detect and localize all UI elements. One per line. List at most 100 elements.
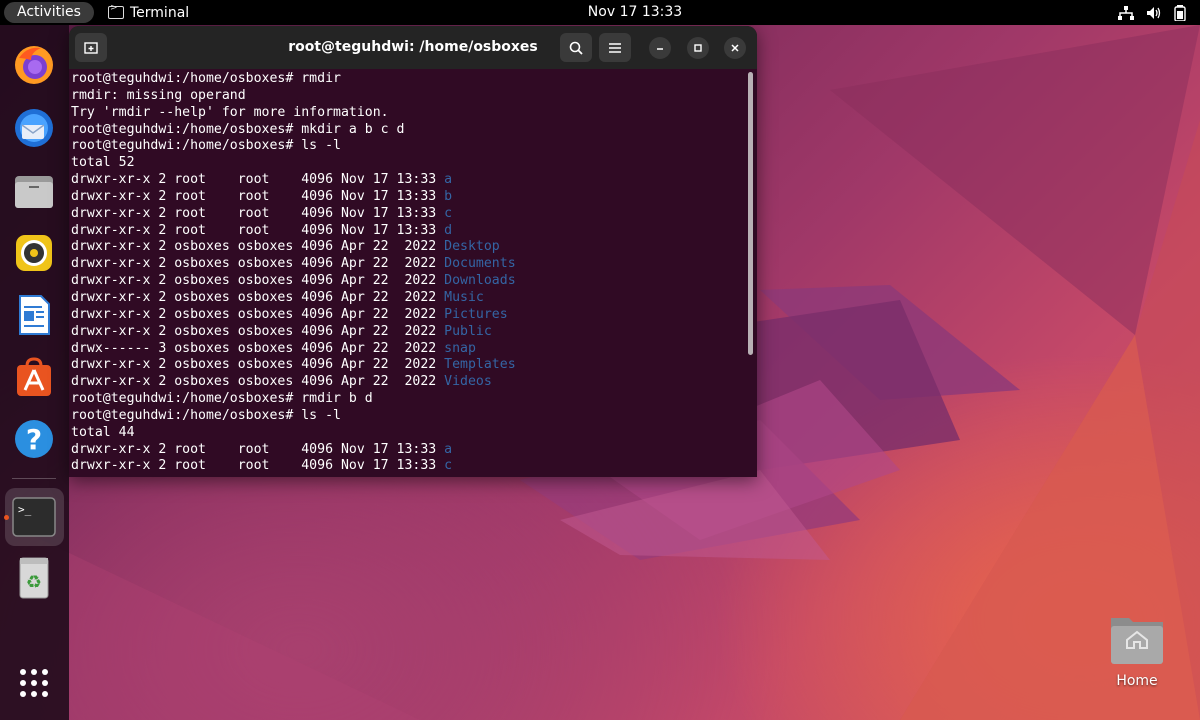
trash-icon[interactable]: ♻ bbox=[12, 556, 56, 600]
search-button[interactable] bbox=[560, 33, 592, 62]
terminal-line-text: rmdir: missing operand bbox=[71, 87, 246, 103]
terminal-line: drwxr-xr-x 2 osboxes osboxes 4096 Apr 22… bbox=[71, 239, 757, 256]
terminal-line-text: root@teguhdwi:/home/osboxes# mkdir a b c… bbox=[71, 121, 405, 137]
terminal-line: drwxr-xr-x 2 osboxes osboxes 4096 Apr 22… bbox=[71, 290, 757, 307]
battery-icon bbox=[1174, 4, 1186, 21]
system-tray[interactable] bbox=[1118, 0, 1186, 25]
terminal-line: root@teguhdwi:/home/osboxes# rmdir b d bbox=[71, 391, 757, 408]
app-center-icon[interactable] bbox=[12, 355, 56, 399]
dock: ? >_ ♻ bbox=[0, 25, 69, 720]
files-icon[interactable] bbox=[12, 169, 56, 213]
svg-text:?: ? bbox=[26, 423, 42, 456]
close-icon bbox=[731, 44, 739, 52]
search-icon bbox=[569, 41, 583, 55]
terminal-line: drwxr-xr-x 2 root root 4096 Nov 17 13:33… bbox=[71, 442, 757, 459]
directory-name: b bbox=[444, 188, 453, 204]
terminal-line: drwxr-xr-x 2 root root 4096 Nov 17 13:33… bbox=[71, 458, 757, 475]
directory-name: a bbox=[444, 441, 453, 457]
terminal-line-text: drwxr-xr-x 2 osboxes osboxes 4096 Apr 22… bbox=[71, 323, 445, 339]
terminal-line-text: root@teguhdwi:/home/osboxes# ls -l bbox=[71, 138, 341, 154]
home-folder-icon[interactable] bbox=[1107, 612, 1167, 668]
terminal-line: root@teguhdwi:/home/osboxes# rmdir bbox=[71, 71, 757, 88]
terminal-line-text: drwxr-xr-x 2 osboxes osboxes 4096 Apr 22… bbox=[71, 273, 445, 289]
terminal-line: total 52 bbox=[71, 155, 757, 172]
directory-name: Templates bbox=[444, 357, 516, 373]
firefox-icon[interactable] bbox=[12, 43, 56, 87]
help-icon[interactable]: ? bbox=[12, 417, 56, 461]
svg-text:♻: ♻ bbox=[26, 572, 42, 593]
minimize-icon bbox=[657, 48, 663, 50]
directory-name: Desktop bbox=[444, 239, 500, 255]
terminal-line-text: drwxr-xr-x 2 osboxes osboxes 4096 Apr 22… bbox=[71, 256, 445, 272]
terminal-line-text: root@teguhdwi:/home/osboxes# rmdir bbox=[71, 71, 341, 86]
terminal-line-text: drwxr-xr-x 2 osboxes osboxes 4096 Apr 22… bbox=[71, 289, 445, 305]
directory-name: Videos bbox=[444, 374, 492, 390]
terminal-line-text: drwx------ 3 osboxes osboxes 4096 Apr 22… bbox=[71, 340, 445, 356]
directory-name: d bbox=[444, 222, 453, 238]
terminal-line: drwxr-xr-x 2 root root 4096 Nov 17 13:33… bbox=[71, 172, 757, 189]
maximize-icon bbox=[694, 44, 702, 52]
scrollbar[interactable] bbox=[748, 72, 753, 355]
terminal-line: drwxr-xr-x 2 osboxes osboxes 4096 Apr 22… bbox=[71, 273, 757, 290]
terminal-line: drwxr-xr-x 2 osboxes osboxes 4096 Apr 22… bbox=[71, 256, 757, 273]
running-indicator bbox=[4, 515, 9, 520]
terminal-line: root@teguhdwi:/home/osboxes# ls -l bbox=[71, 408, 757, 425]
terminal-line-text: drwxr-xr-x 2 root root 4096 Nov 17 13:33 bbox=[71, 172, 445, 188]
terminal-header-bar[interactable]: root@teguhdwi: /home/osboxes bbox=[69, 26, 757, 69]
terminal-line-text: root@teguhdwi:/home/osboxes# rmdir b d bbox=[71, 391, 373, 407]
terminal-line: root@teguhdwi:/home/osboxes# mkdir a b c… bbox=[71, 122, 757, 139]
terminal-line: rmdir: missing operand bbox=[71, 88, 757, 105]
terminal-line-text: Try 'rmdir --help' for more information. bbox=[71, 104, 389, 120]
terminal-line: drwxr-xr-x 2 root root 4096 Nov 17 13:33… bbox=[71, 223, 757, 240]
terminal-icon[interactable]: >_ bbox=[12, 495, 56, 539]
terminal-line-text: drwxr-xr-x 2 osboxes osboxes 4096 Apr 22… bbox=[71, 306, 445, 322]
terminal-line: drwx------ 3 osboxes osboxes 4096 Apr 22… bbox=[71, 341, 757, 358]
terminal-line-text: drwxr-xr-x 2 osboxes osboxes 4096 Apr 22… bbox=[71, 357, 445, 373]
directory-name: Downloads bbox=[444, 273, 516, 289]
clock[interactable]: Nov 17 13:33 bbox=[0, 0, 1200, 25]
terminal-line-text: drwxr-xr-x 2 osboxes osboxes 4096 Apr 22… bbox=[71, 239, 445, 255]
network-icon bbox=[1118, 5, 1134, 20]
terminal-line-text: drwxr-xr-x 2 root root 4096 Nov 17 13:33 bbox=[71, 188, 445, 204]
home-folder-label[interactable]: Home bbox=[1097, 673, 1177, 689]
terminal-line: root@teguhdwi:/home/osboxes# ls -l bbox=[71, 138, 757, 155]
rhythmbox-icon[interactable] bbox=[12, 231, 56, 275]
terminal-line: total 44 bbox=[71, 425, 757, 442]
hamburger-menu-icon bbox=[609, 42, 621, 53]
terminal-line-text: total 44 bbox=[71, 424, 135, 440]
directory-name: Documents bbox=[444, 256, 516, 272]
menu-button[interactable] bbox=[599, 33, 631, 62]
top-bar: Activities Terminal Nov 17 13:33 bbox=[0, 0, 1200, 25]
directory-name: c bbox=[444, 458, 453, 474]
directory-name: Public bbox=[444, 323, 492, 339]
thunderbird-icon[interactable] bbox=[12, 106, 56, 150]
terminal-line: drwxr-xr-x 2 root root 4096 Nov 17 13:33… bbox=[71, 206, 757, 223]
maximize-button[interactable] bbox=[687, 37, 709, 59]
terminal-line-text: root@teguhdwi:/home/osboxes# ls -l bbox=[71, 407, 341, 423]
svg-text:>_: >_ bbox=[18, 503, 32, 516]
terminal-line: drwxr-xr-x 2 osboxes osboxes 4096 Apr 22… bbox=[71, 374, 757, 391]
directory-name: Pictures bbox=[444, 306, 508, 322]
terminal-line-text: total 52 bbox=[71, 155, 135, 171]
terminal-line: drwxr-xr-x 2 root root 4096 Nov 17 13:33… bbox=[71, 189, 757, 206]
terminal-line: drwxr-xr-x 2 osboxes osboxes 4096 Apr 22… bbox=[71, 324, 757, 341]
directory-name: snap bbox=[444, 340, 476, 356]
terminal-line: Try 'rmdir --help' for more information. bbox=[71, 105, 757, 122]
terminal-line-text: drwxr-xr-x 2 root root 4096 Nov 17 13:33 bbox=[71, 222, 445, 238]
volume-icon bbox=[1147, 6, 1161, 19]
directory-name: c bbox=[444, 205, 453, 221]
terminal-window[interactable]: root@teguhdwi: /home/osboxes root@teguhd… bbox=[69, 26, 757, 477]
terminal-line: drwxr-xr-x 2 osboxes osboxes 4096 Apr 22… bbox=[71, 357, 757, 374]
show-apps-icon[interactable] bbox=[12, 661, 56, 705]
terminal-line-text: drwxr-xr-x 2 root root 4096 Nov 17 13:33 bbox=[71, 205, 445, 221]
directory-name: Music bbox=[444, 289, 484, 305]
terminal-line: drwxr-xr-x 2 osboxes osboxes 4096 Apr 22… bbox=[71, 307, 757, 324]
terminal-line-text: drwxr-xr-x 2 root root 4096 Nov 17 13:33 bbox=[71, 458, 445, 474]
terminal-line-text: drwxr-xr-x 2 root root 4096 Nov 17 13:33 bbox=[71, 441, 445, 457]
minimize-button[interactable] bbox=[649, 37, 671, 59]
terminal-output[interactable]: root@teguhdwi:/home/osboxes# rmdir rmdir:… bbox=[69, 69, 757, 477]
dock-separator bbox=[12, 478, 56, 479]
terminal-line-text: drwxr-xr-x 2 osboxes osboxes 4096 Apr 22… bbox=[71, 374, 445, 390]
libreoffice-writer-icon[interactable] bbox=[12, 293, 56, 337]
close-button[interactable] bbox=[724, 37, 746, 59]
